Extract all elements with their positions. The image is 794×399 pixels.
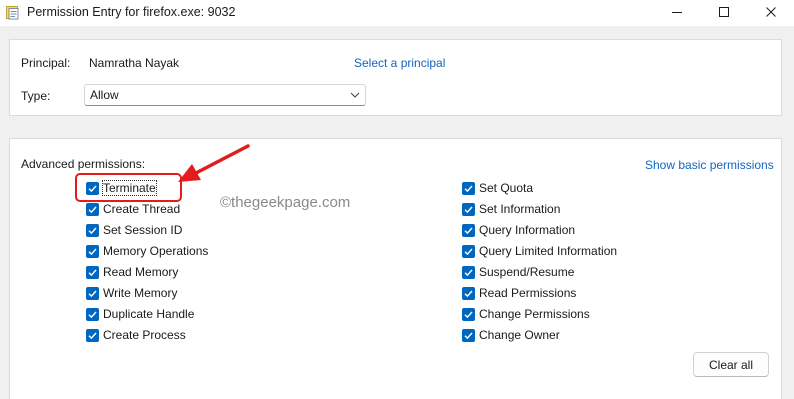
maximize-button[interactable]: [701, 0, 747, 24]
permission-query-limited-information[interactable]: Query Limited Information: [462, 243, 617, 259]
clear-all-button[interactable]: Clear all: [693, 352, 769, 377]
checkbox-checked-icon[interactable]: [86, 265, 99, 279]
permission-label: Set Information: [479, 202, 561, 216]
permission-read-permissions[interactable]: Read Permissions: [462, 285, 576, 301]
checkbox-checked-icon[interactable]: [462, 265, 475, 279]
app-icon: [6, 6, 19, 20]
permission-label: Set Quota: [479, 181, 534, 195]
checkbox-checked-icon[interactable]: [462, 286, 475, 300]
permission-label: Set Session ID: [103, 223, 183, 237]
permission-change-owner[interactable]: Change Owner: [462, 327, 560, 343]
minimize-icon: [672, 12, 682, 13]
permission-label: Query Limited Information: [479, 244, 618, 258]
checkbox-checked-icon[interactable]: [86, 307, 99, 321]
permission-read-memory[interactable]: Read Memory: [86, 264, 178, 280]
annotation-highlight-box: [75, 173, 182, 202]
permission-label: Query Information: [479, 223, 576, 237]
permission-label: Suspend/Resume: [479, 265, 575, 279]
permission-write-memory[interactable]: Write Memory: [86, 285, 177, 301]
type-label: Type:: [21, 89, 51, 103]
permission-label: Read Memory: [103, 265, 179, 279]
advanced-permissions-heading: Advanced permissions:: [21, 157, 146, 171]
principal-label: Principal:: [21, 56, 71, 70]
checkbox-checked-icon[interactable]: [86, 202, 99, 216]
permission-label: Memory Operations: [103, 244, 209, 258]
show-basic-permissions-link[interactable]: Show basic permissions: [645, 158, 774, 172]
permission-label: Read Permissions: [479, 286, 577, 300]
permission-label: Create Process: [103, 328, 186, 342]
title-bar: Permission Entry for firefox.exe: 9032: [0, 0, 794, 26]
checkbox-checked-icon[interactable]: [86, 286, 99, 300]
checkbox-checked-icon[interactable]: [86, 244, 99, 258]
permission-suspend-resume[interactable]: Suspend/Resume: [462, 264, 574, 280]
type-dropdown-value: Allow: [90, 88, 119, 102]
annotation-arrow-icon: [178, 144, 250, 182]
checkbox-checked-icon[interactable]: [462, 181, 475, 195]
checkbox-checked-icon[interactable]: [462, 328, 475, 342]
checkbox-checked-icon[interactable]: [462, 223, 475, 237]
close-button[interactable]: [748, 0, 794, 24]
permission-create-process[interactable]: Create Process: [86, 327, 186, 343]
close-icon: [766, 7, 776, 17]
checkbox-checked-icon[interactable]: [462, 307, 475, 321]
permission-memory-operations[interactable]: Memory Operations: [86, 243, 208, 259]
permission-label: Change Permissions: [479, 307, 590, 321]
maximize-icon: [719, 7, 729, 17]
minimize-button[interactable]: [654, 0, 700, 24]
checkbox-checked-icon[interactable]: [86, 223, 99, 237]
permission-label: Write Memory: [103, 286, 178, 300]
permission-label: Duplicate Handle: [103, 307, 195, 321]
permission-create-thread[interactable]: Create Thread: [86, 201, 180, 217]
permission-change-permissions[interactable]: Change Permissions: [462, 306, 590, 322]
permission-label: Change Owner: [479, 328, 560, 342]
type-dropdown[interactable]: Allow: [84, 84, 366, 106]
principal-value: Namratha Nayak: [89, 56, 180, 70]
permission-duplicate-handle[interactable]: Duplicate Handle: [86, 306, 194, 322]
permission-set-information[interactable]: Set Information: [462, 201, 560, 217]
permission-set-quota[interactable]: Set Quota: [462, 180, 533, 196]
checkbox-checked-icon[interactable]: [86, 328, 99, 342]
permission-label: Create Thread: [103, 202, 181, 216]
checkbox-checked-icon[interactable]: [462, 202, 475, 216]
checkbox-checked-icon[interactable]: [462, 244, 475, 258]
window-title: Permission Entry for firefox.exe: 9032: [27, 5, 236, 19]
select-principal-link[interactable]: Select a principal: [354, 56, 445, 70]
chevron-down-icon: [350, 92, 360, 98]
permission-query-information[interactable]: Query Information: [462, 222, 575, 238]
permission-set-session-id[interactable]: Set Session ID: [86, 222, 182, 238]
watermark: ©thegeekpage.com: [220, 194, 351, 211]
